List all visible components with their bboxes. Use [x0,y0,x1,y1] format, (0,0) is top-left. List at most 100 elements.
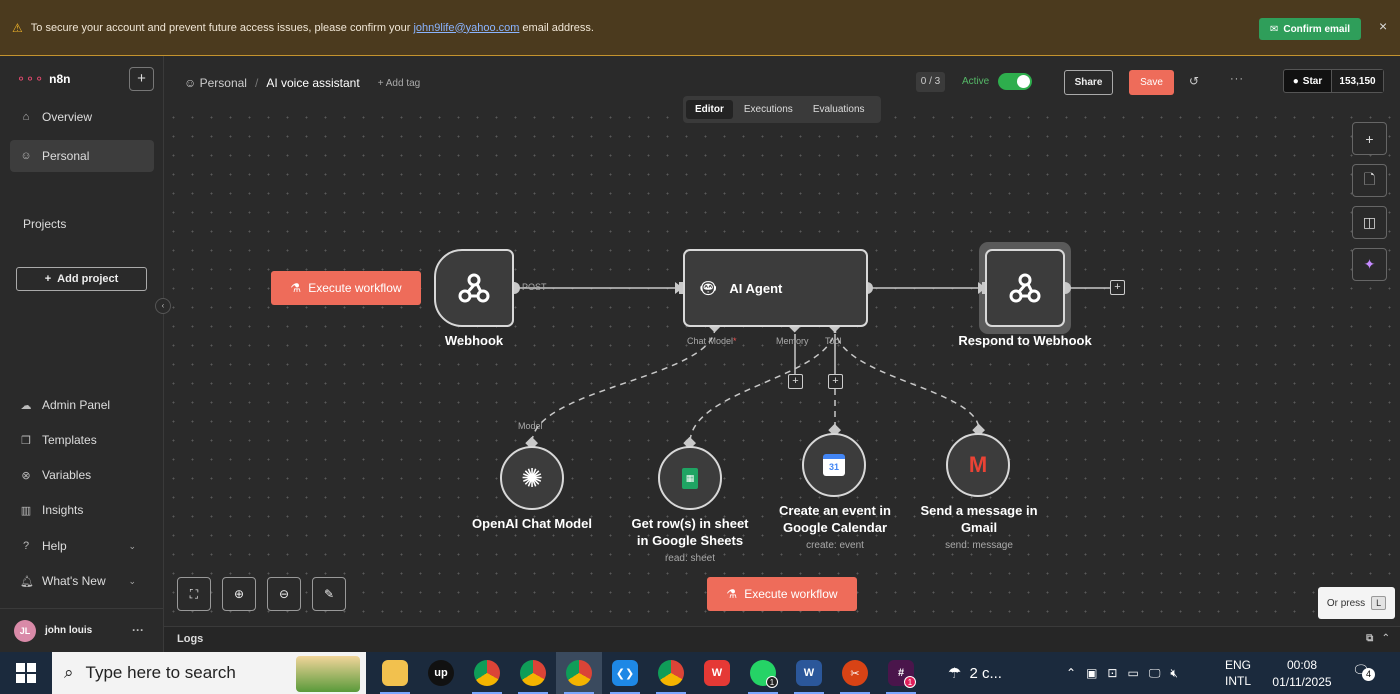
taskbar-app-slack[interactable]: #1 [878,652,924,694]
sidebar-item-personal[interactable]: ☺ Personal [10,140,154,172]
ai-agent-label: AI Agent [729,280,783,296]
tab-evaluations[interactable]: Evaluations [804,100,874,119]
active-toggle[interactable] [998,73,1032,90]
volume-icon[interactable]: 🔇︎ [1170,666,1178,681]
new-item-button[interactable]: + [129,67,154,91]
chat-model-port-label: Chat Model* [687,336,737,346]
add-project-button[interactable]: + Add project [16,267,147,291]
gmail-icon: M [968,452,988,477]
sidebar-item-whats-new[interactable]: 🔔︎ What's New ⌄ [10,565,154,597]
popout-icon[interactable]: ⧉ [1366,633,1373,644]
logs-panel-bar[interactable]: Logs ⧉ ⌃ [164,626,1400,652]
fit-view-icon[interactable]: ⛶ [177,577,211,611]
sidebar-item-help[interactable]: ? Help ⌄ [10,530,154,562]
language-indicator[interactable]: ENG INTL [1225,657,1251,689]
chat-model-text: Chat Model [687,336,734,346]
execute-workflow-button-bottom[interactable]: ⚗ Execute workflow [707,577,857,611]
chart-icon: ▥ [20,504,32,517]
taskbar-clock[interactable]: 00:08 01/11/2025 [1266,657,1338,691]
taskbar-app-file-explorer[interactable] [372,652,418,694]
more-options-icon[interactable]: ··· [132,623,144,637]
webhook-node[interactable] [434,249,514,327]
add-memory-button[interactable]: + [788,374,803,389]
search-highlight-image [296,656,360,692]
taskbar-app-chrome-p[interactable] [648,652,694,694]
tab-editor[interactable]: Editor [686,100,733,119]
github-star: ● Star [1284,70,1332,92]
zoom-out-icon[interactable]: ⊖ [267,577,301,611]
close-banner-icon[interactable]: × [1379,18,1387,34]
screen-capture-icon[interactable]: ⊡ [1107,666,1117,680]
zoom-in-icon[interactable]: ⊕ [222,577,256,611]
keyboard-layout: INTL [1225,674,1252,688]
taskbar-app-snipping-tool[interactable]: ✂ [832,652,878,694]
taskbar-app-upwork[interactable]: up [418,652,464,694]
history-icon[interactable]: ↺ [1189,74,1199,88]
network-icon[interactable]: 🖵︎ [1149,666,1161,681]
search-icon: ⌕ [64,663,74,682]
taskbar-app-whatsapp[interactable]: 1 [740,652,786,694]
google-calendar-node[interactable]: 31 [802,433,866,497]
sidebar-item-variables[interactable]: ⊗ Variables [10,459,154,491]
gmail-node-label-1: Send a message in [920,503,1038,518]
ai-assistant-icon[interactable]: ✦ [1352,248,1387,281]
chrome-profile-q-icon [520,660,546,686]
add-node-after-respond-button[interactable]: + [1110,280,1125,295]
workflow-title[interactable]: AI voice assistant [266,76,359,90]
github-star-button[interactable]: ● Star 153,150 [1283,69,1384,93]
banner-email-link[interactable]: john9life@yahoo.com [413,22,519,34]
execute-workflow-button-top[interactable]: ⚗ Execute workflow [271,271,421,305]
start-button[interactable] [0,652,52,694]
tab-executions[interactable]: Executions [735,100,802,119]
panel-toggle-icon[interactable]: ◫ [1352,206,1387,239]
notification-center[interactable]: 🗨︎ 4 [1352,662,1375,681]
add-tag-button[interactable]: + Add tag [378,78,421,89]
confirm-email-button[interactable]: ✉ Confirm email [1259,18,1361,40]
battery-icon[interactable]: ▭ [1127,666,1138,680]
slack-badge: 1 [904,676,916,688]
taskbar-app-word[interactable]: W [786,652,832,694]
taskbar-app-wps[interactable]: W [694,652,740,694]
sidebar-item-admin-panel[interactable]: ☁ Admin Panel [10,389,154,421]
weather-text: 2 c... [969,664,1002,682]
logs-label: Logs [177,633,204,645]
clock-time: 00:08 [1286,658,1318,672]
workflow-canvas[interactable]: ⚗ Execute workflow POST Webhook 🤖︎ AI Ag… [164,108,1400,626]
gmail-node[interactable]: M [946,433,1010,497]
ai-agent-node[interactable]: 🤖︎ AI Agent [683,249,868,327]
sidebar-item-label: Personal [42,149,90,163]
sidebar-item-templates[interactable]: ❒ Templates [10,424,154,456]
n8n-logo[interactable]: ⚬⚬⚬ n8n [16,72,71,86]
meet-now-icon[interactable]: ▣ [1086,666,1097,680]
taskbar-app-vscode[interactable]: ❮❯ [602,652,648,694]
taskbar-app-chrome[interactable] [464,652,510,694]
more-options-icon[interactable]: ··· [1230,73,1244,85]
user-menu[interactable]: JL john louis ··· [0,608,164,652]
taskbar-search[interactable]: ⌕ Type here to search [52,652,366,694]
sidebar-item-overview[interactable]: ⌂ Overview [10,101,154,133]
gmail-node-label-2: Gmail [960,520,998,535]
collapse-sidebar-button[interactable]: ‹ [155,298,171,314]
projects-heading: Projects [23,217,67,231]
sticky-note-icon[interactable]: 🗋 [1352,164,1387,197]
openai-chat-model-node[interactable]: ✺ [500,446,564,510]
weather-widget[interactable]: ☂ 2 c... [948,664,1002,683]
google-sheets-node[interactable]: ▦ [658,446,722,510]
add-tool-button[interactable]: + [828,374,843,389]
file-explorer-icon [382,660,408,686]
share-button[interactable]: Share [1064,70,1113,95]
chevron-up-icon[interactable]: ⌃ [1066,666,1076,680]
add-node-icon[interactable]: + [1352,122,1387,155]
calendar-node-subtitle: create: event [806,540,864,551]
taskbar-app-chrome-y[interactable] [556,652,602,694]
toggle-knob [1017,75,1030,88]
save-button[interactable]: Save [1129,70,1174,95]
breadcrumb-owner[interactable]: ☺ Personal [184,76,247,90]
sidebar-item-insights[interactable]: ▥ Insights [10,494,154,526]
respond-to-webhook-node[interactable] [985,249,1065,327]
chevron-up-icon[interactable]: ⌃ [1382,633,1390,644]
calendar-node-label-2: Google Calendar [782,520,888,535]
taskbar-app-chrome-q[interactable] [510,652,556,694]
sidebar-item-label: What's New [42,574,106,588]
tidy-up-icon[interactable]: ✎ [312,577,346,611]
